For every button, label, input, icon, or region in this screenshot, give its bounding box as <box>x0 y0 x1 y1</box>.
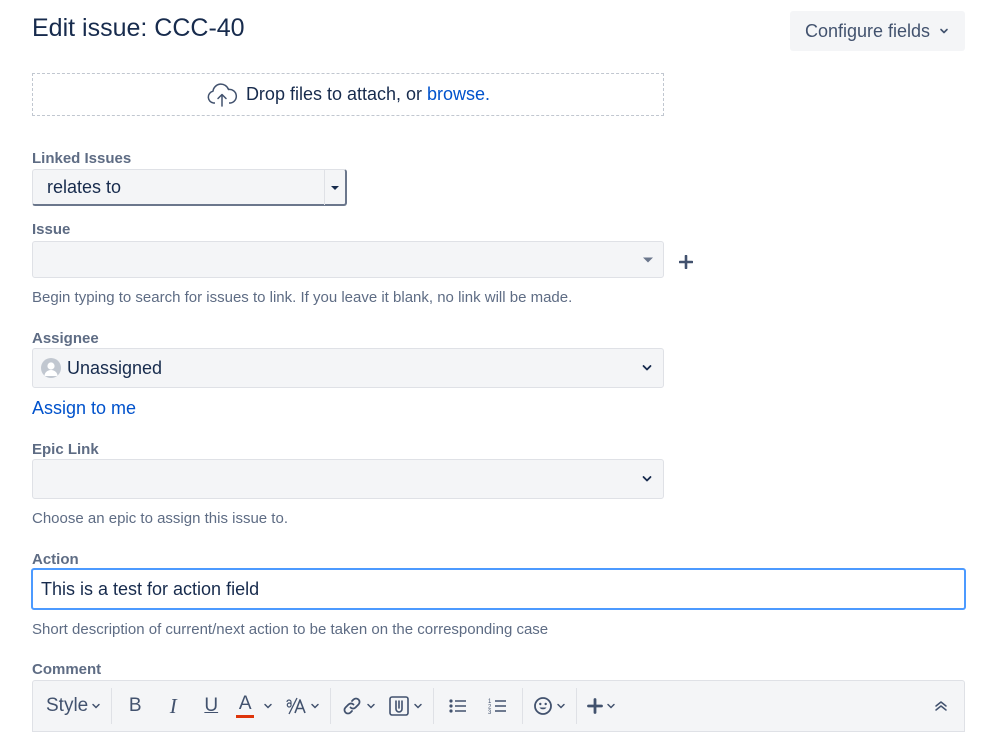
issue-help-text: Begin typing to search for issues to lin… <box>32 289 573 306</box>
more-formatting-button[interactable] <box>279 688 326 724</box>
chevron-down-icon <box>367 703 375 709</box>
link-icon <box>343 697 361 715</box>
more-formatting-icon <box>286 697 306 715</box>
toolbar-separator <box>111 688 113 724</box>
style-label: Style <box>46 695 89 716</box>
assignee-label: Assignee <box>32 330 99 347</box>
assignee-select[interactable]: Unassigned <box>32 348 664 388</box>
underline-button[interactable]: U <box>192 688 230 724</box>
configure-fields-button[interactable]: Configure fields <box>790 11 965 51</box>
action-label: Action <box>32 551 79 568</box>
chevron-down-icon <box>92 703 100 709</box>
bold-icon: B <box>128 695 142 716</box>
issue-picker[interactable] <box>32 241 664 278</box>
emoji-button[interactable] <box>527 688 572 724</box>
svg-text:3: 3 <box>488 710 492 715</box>
italic-icon: I <box>169 693 177 718</box>
caret-down-icon <box>331 185 339 190</box>
style-dropdown[interactable]: Style <box>33 688 107 724</box>
bold-button[interactable]: B <box>116 688 154 724</box>
chevron-down-icon <box>311 703 319 709</box>
toolbar-separator <box>576 688 578 724</box>
unassigned-avatar-icon <box>41 358 61 378</box>
cloud-upload-icon <box>207 82 237 107</box>
chevron-down-icon <box>414 703 422 709</box>
chevron-down-icon <box>642 365 652 371</box>
epic-link-help-text: Choose an epic to assign this issue to. <box>32 510 288 527</box>
insert-more-button[interactable] <box>581 688 622 724</box>
add-issue-link-button[interactable] <box>676 252 696 272</box>
collapse-toolbar-button[interactable] <box>928 688 954 724</box>
action-help-text: Short description of current/next action… <box>32 621 549 638</box>
attachment-dropzone[interactable]: Drop files to attach, or browse. <box>32 73 664 116</box>
chevron-down-icon <box>264 703 272 709</box>
assignee-value: Unassigned <box>67 357 163 378</box>
issue-label: Issue <box>32 221 71 238</box>
dropzone-text: Drop files to attach, or <box>245 84 423 104</box>
attachment-icon <box>389 696 410 716</box>
browse-link[interactable]: browse. <box>427 84 490 105</box>
edit-issue-page: Edit issue: CCC-40 Configure fields Drop… <box>0 0 999 735</box>
select-arrow <box>324 170 345 205</box>
chevron-down-icon <box>940 28 948 34</box>
assign-to-me-link[interactable]: Assign to me <box>32 398 136 419</box>
comment-editor-toolbar: Style B I U A 1 2 3 <box>32 680 965 732</box>
chevron-down-icon <box>557 703 565 709</box>
toolbar-separator <box>522 688 524 724</box>
plus-icon <box>679 255 693 269</box>
bullet-list-icon <box>449 699 467 713</box>
double-chevron-up-icon <box>935 701 947 711</box>
emoji-icon <box>534 697 553 715</box>
page-title: Edit issue: CCC-40 <box>32 14 245 42</box>
link-type-select[interactable]: relates to <box>32 169 347 206</box>
toolbar-separator <box>433 688 435 724</box>
text-color-icon: A <box>236 692 255 718</box>
action-input[interactable] <box>31 568 966 610</box>
chevron-down-icon <box>642 476 652 482</box>
epic-link-select[interactable] <box>32 459 664 499</box>
caret-down-icon <box>643 257 653 263</box>
text-color-button[interactable]: A <box>230 688 279 724</box>
plus-icon <box>587 698 604 714</box>
underline-icon: U <box>204 695 219 716</box>
chevron-down-icon <box>607 703 615 709</box>
linked-issues-label: Linked Issues <box>32 150 132 167</box>
numbered-list-icon: 1 2 3 <box>488 699 507 715</box>
text-color-swatch <box>236 714 255 718</box>
toolbar-separator <box>330 688 332 724</box>
bullet-list-button[interactable] <box>438 688 478 724</box>
configure-fields-label: Configure fields <box>804 20 931 41</box>
comment-label: Comment <box>32 661 102 678</box>
link-type-value: relates to <box>47 176 122 197</box>
italic-button[interactable]: I <box>154 688 192 724</box>
numbered-list-button[interactable]: 1 2 3 <box>478 688 518 724</box>
attachment-button[interactable] <box>382 688 429 724</box>
epic-link-label: Epic Link <box>32 441 99 458</box>
text-color-letter: A <box>238 692 252 714</box>
link-button[interactable] <box>335 688 382 724</box>
